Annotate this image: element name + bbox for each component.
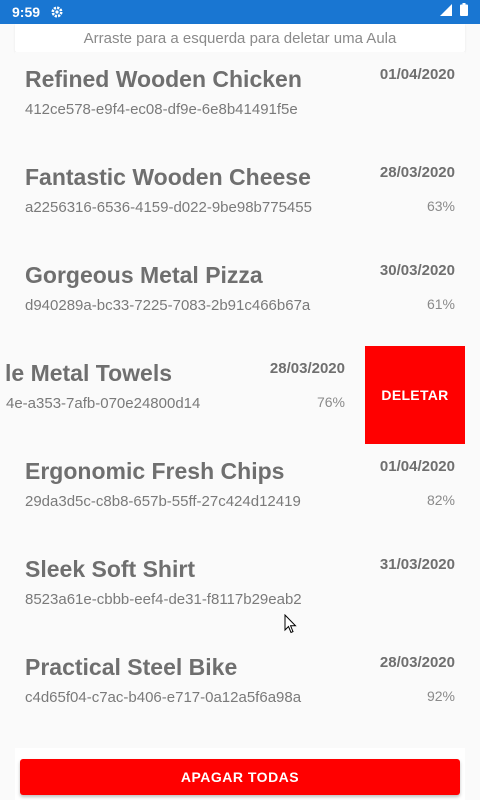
- aula-percent: 82%: [426, 492, 455, 508]
- aula-name: Ergonomic Fresh Chips: [25, 458, 285, 484]
- aula-name: Practical Steel Bike: [25, 654, 238, 680]
- list-item[interactable]: Refined Wooden Chicken 412ce578-e9f4-ec0…: [15, 52, 465, 150]
- list-item[interactable]: Sleek Soft Shirt 8523a61e-cbbb-eef4-de31…: [15, 542, 465, 640]
- aula-percent: 63%: [426, 198, 455, 214]
- delete-all-button[interactable]: APAGAR TODAS: [20, 759, 460, 795]
- aula-name: Fantastic Wooden Cheese: [25, 164, 311, 190]
- aula-date: 01/04/2020: [379, 66, 455, 83]
- aula-date: 28/03/2020: [379, 654, 455, 671]
- aula-id: a2256316-6536-4159-d022-9be98b775455: [25, 199, 312, 216]
- mouse-cursor-icon: [284, 613, 298, 634]
- status-bar: 9:59: [0, 0, 480, 24]
- aula-id: 412ce578-e9f4-ec08-df9e-6e8b41491f5e: [25, 101, 298, 118]
- aula-percent: 76%: [316, 394, 345, 410]
- aula-list[interactable]: Refined Wooden Chicken 412ce578-e9f4-ec0…: [0, 52, 480, 748]
- gear-icon: [50, 5, 64, 19]
- aula-id: d940289a-bc33-7225-7083-2b91c466b67a: [25, 297, 311, 314]
- aula-name: le Metal Towels: [5, 360, 173, 386]
- aula-date: 30/03/2020: [379, 262, 455, 279]
- list-item[interactable]: Practical Steel Bike c4d65f04-c7ac-b406-…: [15, 640, 465, 738]
- cellular-signal-icon: [440, 3, 452, 21]
- aula-id: 4e-a353-7afb-070e24800d14: [6, 395, 201, 412]
- aula-date: 28/03/2020: [379, 164, 455, 181]
- aula-id: 29da3d5c-c8b8-657b-55ff-27c424d12419: [25, 493, 301, 510]
- aula-name: Refined Wooden Chicken: [25, 66, 302, 92]
- aula-date: 01/04/2020: [379, 458, 455, 475]
- list-item-swiped[interactable]: le Metal Towels 4e-a353-7afb-070e24800d1…: [5, 346, 465, 444]
- aula-date: 28/03/2020: [269, 360, 345, 377]
- list-item[interactable]: Fantastic Wooden Cheese a2256316-6536-41…: [15, 150, 465, 248]
- aula-id: 8523a61e-cbbb-eef4-de31-f8117b29eab2: [25, 591, 302, 608]
- battery-icon: [460, 3, 468, 21]
- list-item[interactable]: Gorgeous Metal Pizza d940289a-bc33-7225-…: [15, 248, 465, 346]
- status-time: 9:59: [12, 4, 41, 20]
- swipe-hint: Arraste para a esquerda para deletar uma…: [15, 24, 465, 52]
- aula-id: c4d65f04-c7ac-b406-e717-0a12a5f6a98a: [25, 689, 302, 706]
- aula-percent: 61%: [426, 296, 455, 312]
- delete-button[interactable]: DELETAR: [365, 346, 465, 444]
- aula-percent: 92%: [426, 688, 455, 704]
- aula-date: 31/03/2020: [379, 556, 455, 573]
- aula-name: Sleek Soft Shirt: [25, 556, 195, 582]
- list-item[interactable]: Ergonomic Fresh Chips 29da3d5c-c8b8-657b…: [15, 444, 465, 542]
- aula-name: Gorgeous Metal Pizza: [25, 262, 263, 288]
